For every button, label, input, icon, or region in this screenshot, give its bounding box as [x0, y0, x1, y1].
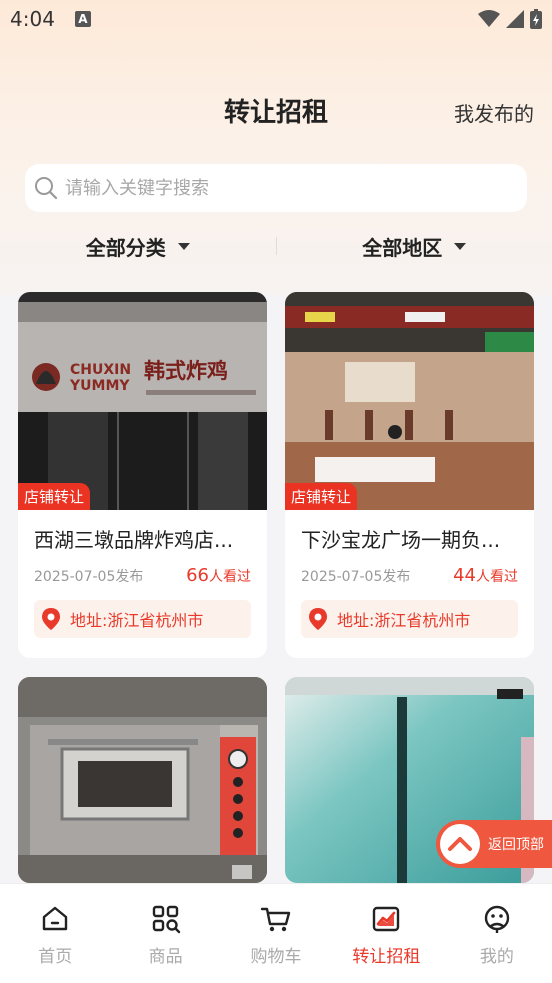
listing-date: 2025-07-05发布 [301, 569, 411, 585]
my-posts-link[interactable]: 我发布的 [454, 98, 534, 127]
listing-date: 2025-07-05发布 [34, 569, 144, 585]
nav-item-transfer[interactable]: 转让招租 [331, 884, 441, 983]
nav-item-profile[interactable]: 我的 [442, 884, 552, 983]
nav-label: 首页 [38, 947, 73, 967]
location-pin-icon [309, 608, 327, 630]
caret-down-icon [454, 242, 467, 250]
notification-icon: A [74, 11, 91, 27]
listing-image [18, 677, 267, 883]
chart-icon [373, 906, 400, 932]
profile-icon [484, 905, 510, 933]
listing-card[interactable]: CHUXIN YUMMY 韩式炸鸡 店铺转让 西湖三墩品牌炸鸡店... 2025… [18, 292, 267, 658]
listing-image: CHUXIN YUMMY 韩式炸鸡 店铺转让 [18, 292, 267, 510]
wifi-icon [478, 10, 500, 27]
nav-item-cart[interactable]: 购物车 [221, 884, 331, 983]
nav-label: 商品 [148, 947, 183, 967]
listing-card[interactable]: 店铺转让 下沙宝龙广场一期负... 2025-07-05发布 44人看过 地址:… [285, 292, 534, 658]
listing-title: 西湖三墩品牌炸鸡店... [34, 528, 234, 552]
back-to-top-label: 返回顶部 [488, 837, 544, 853]
listing-title: 下沙宝龙广场一期负... [301, 528, 501, 552]
chevron-up-icon [440, 824, 480, 864]
caret-down-icon [177, 242, 190, 250]
listing-meta: 2025-07-05发布 44人看过 [301, 565, 518, 586]
nav-label: 转让招租 [352, 947, 421, 967]
region-filter-label: 全部地区 [362, 235, 443, 260]
signal-icon [506, 10, 524, 28]
views-suffix: 人看过 [209, 569, 251, 585]
listing-meta: 2025-07-05发布 66人看过 [34, 565, 251, 586]
search-icon [35, 177, 58, 200]
listing-address: 地址:浙江省杭州市 [34, 600, 251, 638]
back-to-top-button[interactable]: 返回顶部 [436, 820, 552, 868]
battery-icon [530, 9, 542, 29]
region-filter[interactable]: 全部地区 [277, 232, 552, 261]
listing-card[interactable] [18, 677, 267, 883]
views-count: 44 [453, 565, 476, 586]
listing-views: 44人看过 [453, 565, 518, 586]
status-bar: 4:04 A [0, 0, 552, 38]
bottom-nav: 首页 商品 购物车 转让招租 我的 [0, 883, 552, 983]
nav-item-products[interactable]: 商品 [110, 884, 220, 983]
nav-label: 我的 [479, 947, 514, 967]
views-count: 66 [186, 565, 209, 586]
address-text: 地址:浙江省杭州市 [337, 611, 471, 630]
status-time: 4:04 [10, 7, 55, 31]
listing-views: 66人看过 [186, 565, 251, 586]
nav-label: 购物车 [250, 947, 302, 967]
sign-text-en2: YUMMY [69, 378, 130, 394]
search-bar[interactable] [25, 164, 527, 212]
grid-search-icon [152, 905, 180, 934]
location-pin-icon [42, 608, 60, 630]
sign-text-en1: CHUXIN [70, 362, 131, 378]
listing-tag: 店铺转让 [285, 483, 358, 510]
category-filter-label: 全部分类 [85, 235, 166, 260]
home-icon [43, 906, 68, 931]
listing-image: 店铺转让 [285, 292, 534, 510]
address-text: 地址:浙江省杭州市 [70, 611, 204, 630]
status-icons [478, 9, 542, 29]
search-input[interactable] [65, 177, 505, 199]
views-suffix: 人看过 [476, 569, 518, 585]
category-filter[interactable]: 全部分类 [0, 232, 276, 261]
listing-address: 地址:浙江省杭州市 [301, 600, 518, 638]
listing-tag: 店铺转让 [18, 483, 91, 510]
filter-row: 全部分类 全部地区 [0, 222, 552, 270]
nav-item-home[interactable]: 首页 [0, 884, 110, 983]
cart-icon [260, 907, 291, 932]
sign-text-cn: 韩式炸鸡 [144, 359, 228, 383]
